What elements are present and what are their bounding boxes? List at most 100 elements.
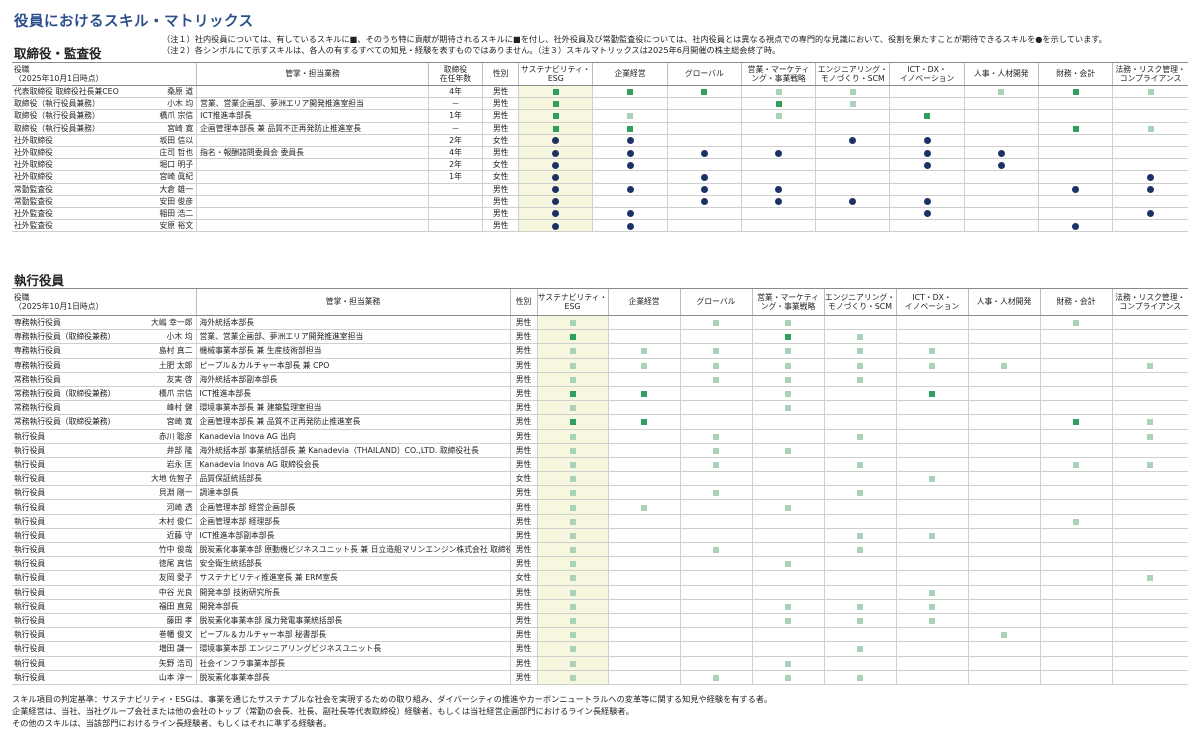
role-name-wrap: 常務執行役員 峰村 健 [12,402,196,413]
person-name: 藤田 孝 [166,616,193,626]
skill-cell [679,542,752,558]
skill-cell [1112,219,1188,233]
light-green-square-icon [857,461,863,468]
skill-cell [823,613,896,629]
skill-cell [751,386,824,402]
skill-cell [740,158,816,172]
skill-cell [1039,400,1112,416]
skill-cell [518,134,593,147]
tenure-cell [427,207,483,221]
skill-cell [666,183,742,196]
gender-cell: 男性 [509,514,537,529]
skill-cell [536,400,608,416]
skill-cell [1111,343,1188,359]
skill-cell [1039,372,1112,387]
skill-cell [889,207,965,221]
skill-cell [1039,443,1112,458]
role-title: 執行役員 [14,587,46,597]
dark-green-square-icon [641,419,647,426]
skill-cell [963,85,1039,99]
skill-cell [607,556,680,572]
skill-cell [518,122,593,135]
skill-cell [740,146,816,160]
footnote-3: その他のスキルは、当該部門におけるライン長経験者、もしくはそれに準ずる経験者。 [12,718,332,728]
duty-cell: 企画管理本部 経営企画部長 [195,499,510,515]
skill-cell [895,670,968,685]
table-row: 専務執行役員 大嶋 幸一郎 海外統括本部長 男性 [12,315,1188,331]
role-cell: 社外取締役 庄司 哲也 [12,146,197,160]
duty-cell: ピープル＆カルチャー本部長 兼 CPO [195,358,510,373]
light-green-square-icon [1073,320,1079,327]
light-green-square-icon [713,547,719,554]
skill-cell [967,329,1040,345]
header-skill: 営業・マーケティ ング・事業戦略 [751,288,824,316]
navy-dot-icon [775,149,783,157]
person-name: 安原 裕文 [159,221,194,231]
header-skill: 企業経営 [607,288,680,316]
light-green-square-icon [1147,575,1154,582]
skill-cell [1111,386,1188,402]
skill-cell [1111,585,1188,600]
skill-cell [889,85,965,99]
dark-green-square-icon [1073,419,1079,426]
role-cell: 常勤監査役 大倉 雄一 [12,183,197,196]
skill-cell [1039,457,1112,473]
table-row: 執行役員 木村 俊仁 企画管理本部 経理部長 男性 [12,514,1188,529]
skill-cell [536,443,608,458]
navy-dot-icon [923,137,931,145]
role-title: 取締役（執行役員兼務） [14,111,100,121]
person-name: 土肥 太郎 [158,360,193,370]
skill-cell [751,613,824,629]
skill-cell [823,641,896,657]
role-cell: 常務執行役員（取締役兼務） 宮崎 寛 [12,414,196,430]
skill-cell [679,528,752,544]
navy-dot-icon [626,161,634,169]
tenure-cell [427,195,483,208]
skill-cell [823,528,896,544]
table-row: 執行役員 大地 佐智子 品質保証統括部長 女性 [12,471,1188,487]
duty-cell [196,158,429,172]
skill-cell [967,627,1040,643]
skill-cell [751,329,824,345]
skill-cell [889,97,965,111]
skill-cell [518,170,593,184]
light-green-square-icon [849,89,856,96]
skill-cell [1037,170,1113,184]
role-cell: 取締役（執行役員兼務） 小木 均 [12,97,197,111]
person-name: 宮崎 寛 [166,417,193,427]
header-skill: エンジニアリング・ モノづくり・SCM [823,288,896,316]
skill-cell [536,329,608,345]
table-row: 社外監査役 安原 裕文 男性 [12,219,1188,233]
skill-cell [1037,219,1113,233]
header-skill: ICT・DX・ イノベーション [889,62,965,86]
skill-cell [666,109,742,123]
skill-cell [607,386,680,402]
navy-dot-icon [849,198,857,206]
skill-cell [679,372,752,387]
skill-cell [967,528,1040,544]
light-green-square-icon [569,532,576,539]
skill-cell [607,542,680,558]
tenure-cell: 4年 [427,85,483,99]
skill-cell [740,85,816,99]
skill-cell [518,158,593,172]
person-name: 井部 隆 [166,445,193,455]
skill-cell [967,585,1040,600]
skill-cell [607,372,680,387]
light-green-square-icon [569,561,576,568]
person-name: 近藤 守 [166,530,193,540]
skill-cell [607,528,680,544]
light-green-square-icon [569,646,576,653]
skill-cell [963,170,1039,184]
navy-dot-icon [626,149,634,157]
skill-cell [536,386,608,402]
skill-cell [1039,471,1112,487]
skill-cell [1037,158,1113,172]
skill-cell [895,556,968,572]
table-row: 代表取締役 取締役社長兼CEO 桑原 道 4年 男性 [12,85,1188,99]
role-cell: 社外取締役 坂田 信以 [12,134,197,147]
skill-cell [666,219,742,233]
skill-cell [751,315,824,331]
skill-cell [823,386,896,402]
role-name-wrap: 執行役員 増田 謙一 [12,643,196,654]
